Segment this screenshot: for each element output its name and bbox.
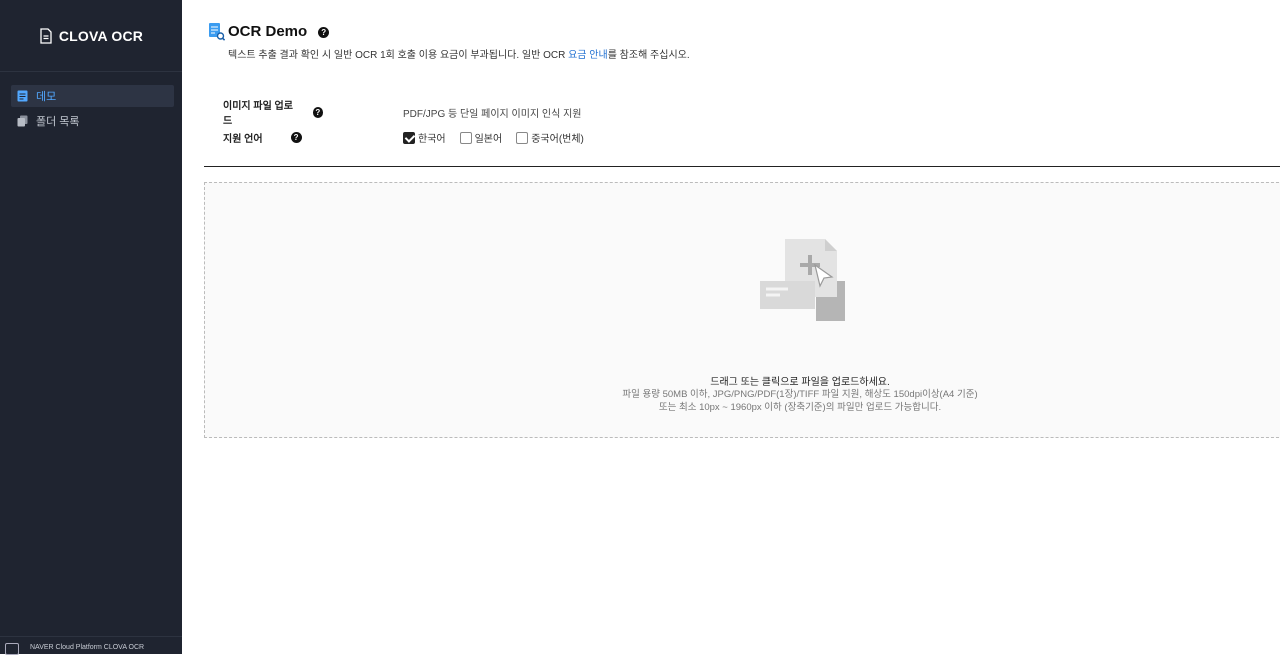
sidebar-footer: NAVER Cloud Platform CLOVA OCR: [0, 636, 182, 655]
file-dropzone[interactable]: 드래그 또는 클릭으로 파일을 업로드하세요. 파일 용량 50MB 이하, J…: [204, 182, 1280, 438]
checkbox-icon[interactable]: [403, 131, 415, 144]
main-content: OCR Demo ? 텍스트 추출 결과 확인 시 일반 OCR 1회 호출 이…: [182, 0, 1280, 654]
language-options: 한국어 일본어 중국어(번체): [403, 130, 584, 145]
upload-label: 이미지 파일 업로드 ?: [223, 97, 323, 127]
language-row: 지원 언어 ? 한국어 일본어 중국어(번체): [223, 130, 584, 145]
help-icon[interactable]: ?: [312, 106, 323, 118]
language-label: 지원 언어 ?: [223, 130, 323, 145]
sidebar-item-label: 데모: [36, 91, 57, 103]
document-logo-icon: [40, 27, 52, 44]
sidebar-item-folders[interactable]: 폴더 목록: [11, 110, 174, 132]
requirements-line-2: 또는 최소 10px ~ 1960px 이하 (장축기준)의 파일만 업로드 가…: [658, 402, 942, 413]
checkbox-label: 한국어: [418, 134, 446, 145]
document-search-icon: [209, 23, 225, 41]
upload-row: 이미지 파일 업로드 ? PDF/JPG 등 단일 페이지 이미지 인식 지원: [223, 97, 582, 127]
section-divider: [204, 166, 1280, 167]
brand-name: CLOVA OCR: [58, 27, 144, 44]
checkbox-korean[interactable]: 한국어: [403, 130, 446, 145]
upload-label-text: 이미지 파일 업로드: [223, 101, 293, 127]
footer-text: NAVER Cloud Platform CLOVA OCR: [30, 644, 145, 651]
checkbox-label: 일본어: [474, 134, 503, 145]
description-text: 텍스트 추출 결과 확인 시 일반 OCR 1회 호출 이용 요금이 부과됩니다…: [228, 50, 569, 61]
collapse-sidebar-icon[interactable]: [5, 642, 19, 655]
dropzone-instruction: 드래그 또는 클릭으로 파일을 업로드하세요.: [710, 377, 890, 388]
pricing-link[interactable]: 요금 안내: [568, 50, 608, 61]
help-icon[interactable]: ?: [290, 132, 302, 143]
page-description: 텍스트 추출 결과 확인 시 일반 OCR 1회 호출 이용 요금이 부과됩니다…: [228, 46, 690, 61]
checkbox-icon[interactable]: [459, 131, 472, 144]
checkbox-label: 중국어(번체): [531, 134, 584, 145]
requirements-line-1: 파일 용량 50MB 이하, JPG/PNG/PDF(1장)/TIFF 파일 지…: [622, 389, 978, 400]
brand-logo[interactable]: CLOVA OCR: [0, 0, 182, 72]
sidebar-nav: 데모 폴더 목록: [11, 85, 174, 135]
folders-icon: [17, 115, 28, 127]
document-icon: [17, 90, 28, 102]
checkbox-chinese-traditional[interactable]: 중국어(번체): [516, 130, 584, 145]
sidebar-item-demo[interactable]: 데모: [11, 85, 174, 107]
upload-description: PDF/JPG 등 단일 페이지 이미지 인식 지원: [403, 108, 582, 120]
language-label-text: 지원 언어: [223, 134, 263, 145]
description-text-end: 를 참조해 주십시오.: [607, 50, 690, 61]
dropzone-requirements: 파일 용량 50MB 이하, JPG/PNG/PDF(1장)/TIFF 파일 지…: [205, 388, 1280, 414]
checkbox-japanese[interactable]: 일본어: [459, 130, 503, 145]
sidebar: CLOVA OCR 데모 폴더 목록 NAVER Cloud Platform …: [0, 0, 182, 655]
sidebar-item-label: 폴더 목록: [36, 116, 80, 128]
page-title: OCR Demo: [228, 23, 308, 40]
help-icon[interactable]: ?: [318, 27, 330, 38]
checkbox-icon[interactable]: [516, 131, 529, 144]
page-header: OCR Demo ?: [208, 22, 330, 41]
file-upload-icon: [760, 239, 845, 321]
